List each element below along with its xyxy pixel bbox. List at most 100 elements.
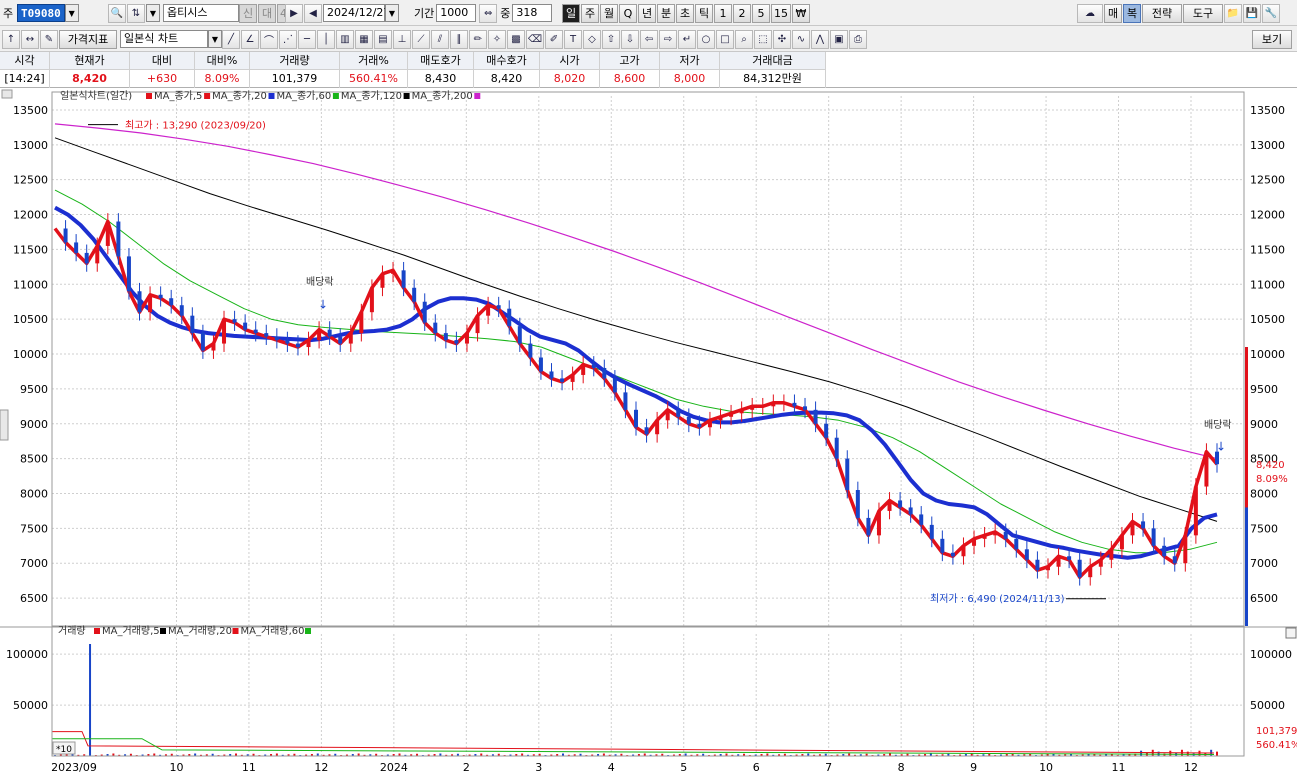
channel-tool-icon[interactable]: ⫽ [431, 29, 449, 49]
pencil-tool-icon[interactable]: ✏ [469, 29, 487, 49]
arrow-lr-icon[interactable]: ↔ [21, 29, 39, 49]
right-arrow-tool-icon[interactable]: ⇨ [659, 29, 677, 49]
return-tool-icon[interactable]: ↵ [678, 29, 696, 49]
candle-body [972, 538, 977, 546]
parallel-tool-icon[interactable]: ∥ [450, 29, 468, 49]
play-icon[interactable]: ▶ [285, 3, 303, 23]
arrow-up-icon[interactable]: ↑ [2, 29, 20, 49]
price-legend-label: MA_종가,20 [212, 90, 267, 102]
price-tick-left: 11000 [13, 278, 48, 291]
view-button[interactable]: 보기 [1252, 29, 1292, 49]
currency-button[interactable]: ₩ [792, 3, 810, 23]
period-input[interactable]: 1000 [436, 4, 477, 22]
x-tick-label: 8 [898, 761, 905, 774]
rect-tool-icon[interactable]: □ [716, 29, 734, 49]
wrench-icon[interactable]: 🔧 [1262, 3, 1280, 23]
candle-body [1024, 549, 1029, 560]
candle-body [1162, 545, 1167, 557]
wave-tool-icon[interactable]: ∿ [792, 29, 810, 49]
candle-body [317, 329, 322, 341]
compound-button[interactable]: 복 [1123, 3, 1141, 23]
cycle-tool-icon[interactable]: ▦ [355, 29, 373, 49]
period-minute-button[interactable]: 분 [657, 3, 675, 23]
period-tick-button[interactable]: 틱 [695, 3, 713, 23]
fork-tool-icon[interactable]: ⊥ [393, 29, 411, 49]
erase-tool-icon[interactable]: ⌫ [526, 29, 544, 49]
trend-tool-icon[interactable]: ⟋ [412, 29, 430, 49]
hline-tool-icon[interactable]: ─ [298, 29, 316, 49]
period-year-button[interactable]: 년 [638, 3, 656, 23]
text-tool-icon[interactable]: T [564, 29, 582, 49]
candle-body [1077, 559, 1082, 578]
line-tool-icon[interactable]: ╱ [222, 29, 240, 49]
period-day-button[interactable]: 일 [562, 3, 580, 23]
image-tool-icon[interactable]: ▣ [830, 29, 848, 49]
scroll-left-handle [1, 89, 13, 99]
crosshair-tool-icon[interactable]: ✣ [773, 29, 791, 49]
edit-icon[interactable]: ✎ [40, 29, 58, 49]
period-week-button[interactable]: 주 [581, 3, 599, 23]
candle-body [549, 371, 554, 379]
arc-tool-icon[interactable]: ⌒ [260, 29, 278, 49]
print-tool-icon[interactable]: ⎙ [849, 29, 867, 49]
folder-icon[interactable]: 📁 [1224, 3, 1242, 23]
quote-header: 거래% [340, 52, 407, 70]
stock-name-field[interactable]: 옵티시스 [163, 4, 239, 22]
stock-code-input[interactable]: T09080 [17, 4, 65, 22]
interval-2-button[interactable]: 2 [733, 3, 751, 23]
count-input[interactable]: 318 [512, 4, 553, 22]
range-icon[interactable]: ⇔ [479, 3, 498, 23]
period-quarter-button[interactable]: Q [619, 3, 637, 23]
angle-tool-icon[interactable]: ∠ [241, 29, 259, 49]
candle-body [655, 420, 660, 435]
drawing-toolbar: ↑ ↔ ✎ 가격지표 일본식 차트 ▼ ╱ ∠ ⌒ ⋰ ─ │ ▥ ▦ ▤ ⊥ … [0, 26, 1297, 52]
shape-tool-icon[interactable]: ◇ [583, 29, 601, 49]
volume-legend-label: MA_거래량,5 [102, 625, 160, 637]
date-field[interactable]: 2024/12/27 [323, 4, 390, 22]
strategy-button[interactable]: 전략 [1142, 3, 1182, 23]
period-second-button[interactable]: 초 [676, 3, 694, 23]
chart-type-select[interactable]: 일본식 차트 [120, 30, 208, 48]
palette-tool-icon[interactable]: ▩ [507, 29, 525, 49]
sort-dropdown-icon[interactable]: ▼ [146, 4, 160, 22]
interval-1-button[interactable]: 1 [714, 3, 732, 23]
candle-body [1045, 566, 1050, 571]
candle-body [422, 301, 427, 323]
chart-type-dropdown-icon[interactable]: ▼ [208, 30, 222, 48]
grid-tool-icon[interactable]: ▥ [336, 29, 354, 49]
vline-tool-icon[interactable]: │ [317, 29, 335, 49]
zoom-tool-icon[interactable]: ⌕ [735, 29, 753, 49]
candle-body [1183, 535, 1188, 564]
left-arrow-tool-icon[interactable]: ⇦ [640, 29, 658, 49]
circle-tool-icon[interactable]: ○ [697, 29, 715, 49]
candle-body [1141, 521, 1146, 529]
interval-15-button[interactable]: 15 [771, 3, 791, 23]
table-tool-icon[interactable]: ▤ [374, 29, 392, 49]
code-dropdown-icon[interactable]: ▼ [64, 4, 79, 22]
sort-icon[interactable]: ⇅ [127, 3, 145, 23]
mountain-tool-icon[interactable]: ⋀ [811, 29, 829, 49]
indicator-button[interactable]: 가격지표 [59, 29, 117, 49]
search-icon[interactable]: 🔍 [108, 3, 126, 23]
candle-body [950, 552, 955, 557]
up-arrow-tool-icon[interactable]: ⇧ [602, 29, 620, 49]
tools-button[interactable]: 도구 [1183, 3, 1223, 23]
chart-area[interactable]: 6500 6500 7000 7000 7500 7500 8000 8000 8500 8 500… [0, 88, 1297, 776]
candle-body [1119, 535, 1124, 550]
interval-5-button[interactable]: 5 [752, 3, 770, 23]
candle-body [824, 423, 829, 438]
magic-tool-icon[interactable]: ✧ [488, 29, 506, 49]
fan-tool-icon[interactable]: ⋰ [279, 29, 297, 49]
prev-icon[interactable]: ◀ [304, 3, 322, 23]
candle-body [707, 420, 712, 428]
buy-button[interactable]: 매 [1104, 3, 1122, 23]
select-tool-icon[interactable]: ⬚ [754, 29, 772, 49]
candle-body [464, 333, 469, 344]
period-month-button[interactable]: 월 [600, 3, 618, 23]
save-icon[interactable]: 💾 [1243, 3, 1261, 23]
note-tool-icon[interactable]: ✐ [545, 29, 563, 49]
down-arrow-tool-icon[interactable]: ⇩ [621, 29, 639, 49]
date-dropdown-icon[interactable]: ▼ [385, 4, 399, 22]
cloud-icon[interactable]: ☁ [1077, 3, 1103, 23]
price-tick-right: 12500 [1250, 174, 1285, 187]
